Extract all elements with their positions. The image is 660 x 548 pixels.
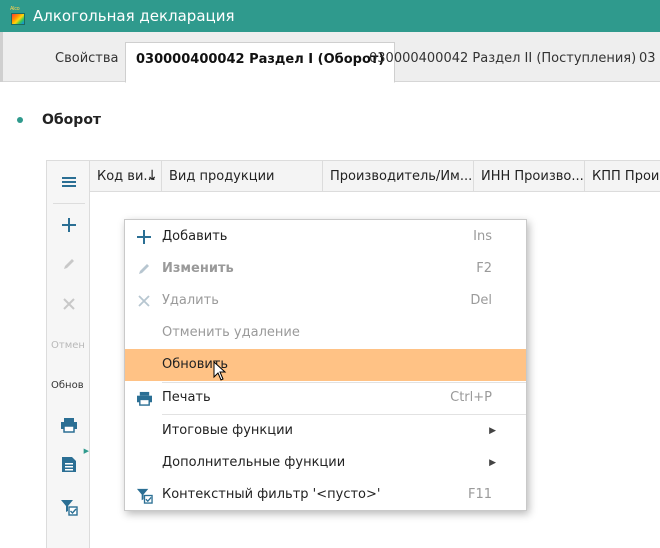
printer-icon (135, 389, 153, 407)
grid-header: Код ви... ↓ Вид продукции Производитель/… (90, 160, 660, 192)
menu-item-context-filter[interactable]: Контекстный фильтр '<пусто>' F11 (125, 479, 526, 511)
pencil-icon (64, 259, 74, 269)
menu-item-edit[interactable]: Изменить F2 (125, 253, 526, 285)
context-menu: Добавить Ins Изменить F2 Удалить Del Отм… (124, 219, 527, 511)
edit-button[interactable] (47, 245, 91, 283)
menu-item-print[interactable]: Печать Ctrl+P (125, 382, 526, 414)
print-button[interactable] (47, 406, 91, 444)
section-bullet-icon (17, 117, 23, 123)
cross-icon (135, 292, 153, 310)
context-filter-button[interactable] (47, 488, 91, 526)
list-functions-button[interactable]: ▶ (47, 445, 91, 483)
menu-button[interactable] (47, 163, 91, 201)
pencil-icon (135, 260, 153, 278)
menu-item-refresh[interactable]: Обновить (125, 349, 526, 381)
mouse-cursor-icon (213, 361, 227, 381)
window-title: Алкогольная декларация (33, 7, 235, 25)
refresh-button[interactable]: Обнов (47, 366, 91, 404)
tab-section-1-turnover[interactable]: 030000400042 Раздел I (Оборот) (125, 42, 396, 83)
submenu-arrow-icon: ▶ (83, 447, 89, 455)
column-header-product-type[interactable]: Вид продукции (162, 161, 323, 192)
menu-item-undo-delete[interactable]: Отменить удаление (125, 317, 526, 349)
delete-button[interactable] (47, 285, 91, 323)
window-edge (0, 32, 3, 82)
cross-icon (63, 298, 75, 310)
grid-toolbar: Отмен Обнов ▶ (46, 160, 90, 548)
tab-next[interactable]: 03 (629, 42, 660, 82)
tab-bar: Свойства 030000400042 Раздел I (Оборот) … (0, 32, 660, 83)
cancel-delete-button[interactable]: Отмен (47, 326, 91, 364)
sort-descending-icon: ↓ (146, 168, 158, 184)
submenu-arrow-icon: ▶ (489, 426, 496, 436)
app-logo-icon: Alco (10, 6, 26, 26)
title-bar: Alco Алкогольная декларация (0, 0, 660, 32)
tab-section-2-receipts[interactable]: 030000400042 Раздел II (Поступления) (359, 42, 646, 82)
submenu-arrow-icon: ▶ (489, 458, 496, 468)
plus-icon (135, 228, 153, 246)
menu-item-totals-functions[interactable]: Итоговые функции ▶ (125, 415, 526, 447)
plus-icon (62, 218, 76, 232)
menu-item-additional-functions[interactable]: Дополнительные функции ▶ (125, 447, 526, 479)
column-header-manufacturer-kpp[interactable]: КПП Произ (585, 161, 660, 192)
tab-properties[interactable]: Свойства (45, 42, 129, 82)
document-list-icon (62, 457, 76, 472)
column-header-product-code[interactable]: Код ви... ↓ (90, 161, 162, 192)
menu-item-delete[interactable]: Удалить Del (125, 285, 526, 317)
column-header-manufacturer[interactable]: Производитель/Им... (323, 161, 474, 192)
filter-icon (135, 486, 153, 504)
column-header-manufacturer-inn[interactable]: ИНН Произво... (474, 161, 585, 192)
filter-icon (61, 500, 78, 516)
section-title[interactable]: Оборот (42, 111, 101, 129)
hamburger-icon (62, 177, 76, 187)
menu-item-add[interactable]: Добавить Ins (125, 221, 526, 253)
printer-icon (61, 418, 77, 433)
add-button[interactable] (47, 206, 91, 244)
